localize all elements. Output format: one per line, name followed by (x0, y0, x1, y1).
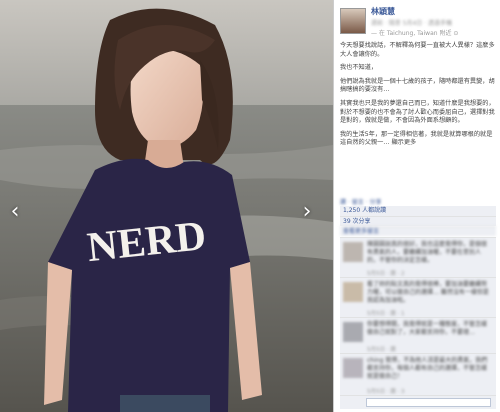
comment-meta: 5月5日 · 讚 (367, 347, 396, 353)
post-paragraph: 其實我也只是我的夢還自己而已，知道什麼是我想要的，對於不想要的也不會為了討人歡心… (340, 99, 495, 125)
comment-text: 你要想得開，我覺得就是一種態度，不管怎樣做自己就對了，大家都支持你，不要理… (367, 321, 488, 336)
comment-meta: 5月5日 · 讚 · 1 (367, 311, 405, 317)
author-avatar[interactable] (340, 8, 366, 34)
photo-image: NERD (0, 0, 333, 412)
comment: ching 覺得，不為他人活是最大的勇氣，我們都支持你，每個人都有自己的選擇，不… (340, 353, 496, 395)
comment-input[interactable] (366, 398, 491, 407)
likes-count[interactable]: 1,250 人都說讚 (340, 206, 496, 216)
post-meta: 週前 · 隨意 5月4日 · 透過手機 (371, 20, 452, 27)
comment-text: 看了妳的貼文真的覺得很棒，要加油要繼續努力喔，可以做自己的選擇… 雖然沒有一樣但… (367, 281, 489, 304)
shares-count[interactable]: 39 次分享 (340, 216, 496, 226)
post-header: 林穎慧 週前 · 隨意 5月4日 · 透過手機 — 在 Taichung, Ta… (334, 0, 500, 44)
commenter-avatar[interactable] (343, 322, 363, 342)
commenter-avatar[interactable] (343, 282, 363, 302)
post-location[interactable]: — 在 Taichung, Taiwan 附近 ⊙ (371, 28, 458, 37)
comment-text: ching 覺得，不為他人活是最大的勇氣，我們都支持你，每個人都有自己的選擇，不… (367, 357, 488, 380)
post-paragraph: 今天想要找說話，不解釋為何要一直被大人異樣？這麼多大人會讓你的。 (340, 42, 495, 58)
post-body: 今天想要找說話，不解釋為何要一直被大人異樣？這麼多大人會讓你的。 我也不知道， … (340, 42, 496, 153)
comment: 看了妳的貼文真的覺得很棒，要加油要繼續努力喔，可以做自己的選擇… 雖然沒有一樣但… (340, 277, 496, 317)
author-name[interactable]: 林穎慧 (371, 6, 395, 17)
post-paragraph: 他們說為我就是一個十七歲的孩子，隨時都還有異變，胡搞瞎搞的要沒有… (340, 77, 495, 94)
comment: 陳圓圓說真的很好，我也這麼覺得你，是個很有勇氣的人，要繼續加油喔，不要在意別人的… (340, 237, 496, 277)
comment-meta: 5月5日 · 讚 · 3 (367, 389, 405, 395)
photo: NERD ‹ › (0, 0, 333, 412)
commenter-avatar[interactable] (343, 242, 363, 262)
post-paragraph: 我的生活5年，那一定得相信著，我就是就算哪根的就是這自然的父親一… 顯示更多 (340, 130, 493, 147)
comment-input-row (340, 395, 496, 409)
previous-photo-icon[interactable]: ‹ (6, 200, 24, 224)
photo-viewer: NERD ‹ › 林穎慧 週前 · 隨意 5月4日 · 透過手機 — 在 Tai… (0, 0, 500, 412)
view-more-comments-link[interactable]: 查看更多留言 (340, 226, 496, 236)
comment-text: 陳圓圓說真的很好，我也這麼覺得你，是個很有勇氣的人，要繼續加油喔，不要在意別人的… (367, 241, 488, 264)
comment-meta: 5月5日 · 讚 · 2 (367, 271, 405, 277)
comment: 你要想得開，我覺得就是一種態度，不管怎樣做自己就對了，大家都支持你，不要理… 5… (340, 317, 496, 353)
commenter-avatar[interactable] (343, 358, 363, 378)
next-photo-icon[interactable]: › (298, 200, 316, 224)
post-actions[interactable]: 讚 · 留言 · 分享 (340, 197, 496, 206)
post-sidebar: 林穎慧 週前 · 隨意 5月4日 · 透過手機 — 在 Taichung, Ta… (333, 0, 500, 412)
post-paragraph: 我也不知道， (340, 64, 378, 72)
